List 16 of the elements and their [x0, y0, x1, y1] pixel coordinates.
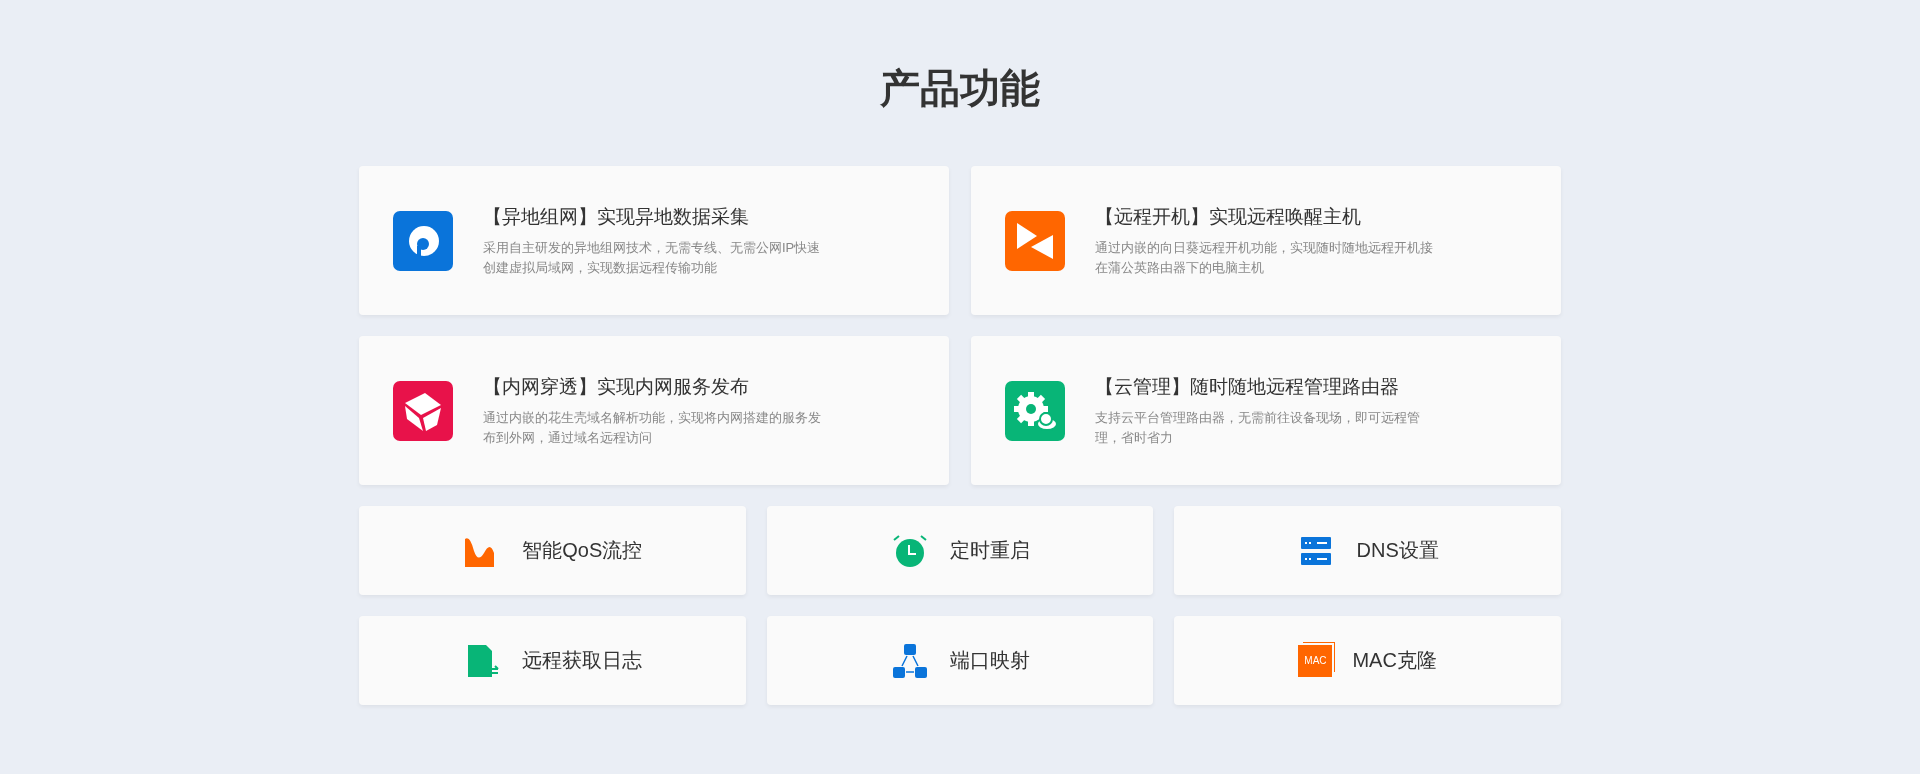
feature-description: 通过内嵌的花生壳域名解析功能，实现将内网搭建的服务发布到外网，通过域名远程访问 — [483, 408, 822, 447]
tool-label: 端口映射 — [950, 648, 1030, 673]
tool-label: 远程获取日志 — [522, 648, 643, 673]
mac-icon: MAC — [1298, 644, 1333, 677]
feature-title: 【远程开机】实现远程唤醒主机 — [1095, 204, 1362, 229]
tool-label: 定时重启 — [950, 538, 1030, 563]
tool-label: DNS设置 — [1356, 538, 1439, 563]
feature-title: 【异地组网】实现异地数据采集 — [483, 204, 750, 229]
feature-title: 【云管理】随时随地远程管理路由器 — [1095, 374, 1400, 399]
feature-title: 【内网穿透】实现内网服务发布 — [483, 374, 750, 399]
feature-description: 采用自主研发的异地组网技术，无需专线、无需公网IP快速创建虚拟局域网，实现数据远程传输功能 — [483, 238, 822, 277]
feature-description: 支持云平台管理路由器，无需前往设备现场，即可远程管理，省时省力 — [1095, 408, 1421, 447]
tool-label: MAC克隆 — [1352, 648, 1437, 673]
section-heading: 产品功能 — [880, 65, 1040, 112]
feature-description: 通过内嵌的向日葵远程开机功能，实现随时随地远程开机接在蒲公英路由器下的电脑主机 — [1095, 238, 1434, 277]
tool-label: 智能QoS流控 — [522, 538, 643, 563]
